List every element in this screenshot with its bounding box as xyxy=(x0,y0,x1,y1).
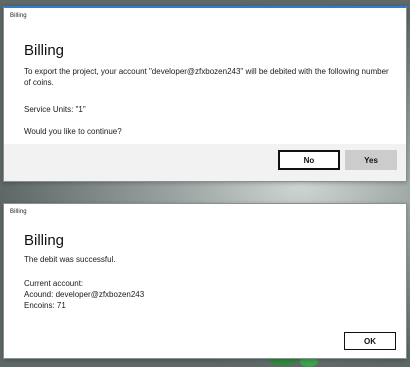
window-title: Billing xyxy=(10,13,27,19)
current-account-label: Current account: xyxy=(24,279,84,288)
dialog-heading: Billing xyxy=(24,232,65,249)
continue-question: Would you like to continue? xyxy=(24,127,122,136)
export-message: To export the project, your account "dev… xyxy=(24,67,389,87)
window-title: Billing xyxy=(10,209,27,215)
success-message: The debit was successful. xyxy=(24,255,116,264)
billing-success-dialog: Billing Billing The debit was successful… xyxy=(3,203,407,359)
dialog-heading: Billing xyxy=(24,42,65,59)
yes-button[interactable]: Yes xyxy=(345,150,397,170)
ok-button[interactable]: OK xyxy=(344,332,396,350)
no-button[interactable]: No xyxy=(278,150,340,170)
encoins-balance-text: Encoins: 71 xyxy=(24,301,66,310)
service-units-text: Service Units: "1" xyxy=(24,105,86,114)
billing-confirm-dialog: Billing Billing To export the project, y… xyxy=(3,6,407,182)
account-name-text: Acound: developer@zfxbozen243 xyxy=(24,290,145,299)
